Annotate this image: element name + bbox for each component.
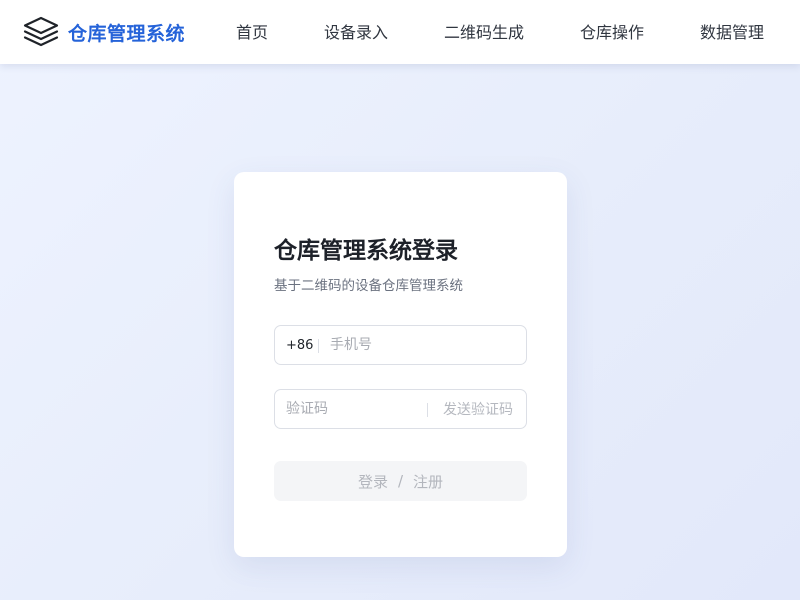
login-title: 仓库管理系统登录 [274,238,458,264]
login-subtitle: 基于二维码的设备仓库管理系统 [274,278,463,294]
login-card: 仓库管理系统登录 基于二维码的设备仓库管理系统 +86 发送验证码 登录 / 注… [234,172,567,557]
phone-field: +86 [274,325,527,365]
nav-item-warehouse-operation[interactable]: 仓库操作 [580,21,644,45]
nav-item-home[interactable]: 首页 [236,21,268,45]
top-navbar: 仓库管理系统 首页 设备录入 二维码生成 仓库操作 数据管理 [0,0,800,64]
login-register-button[interactable]: 登录 / 注册 [274,461,527,501]
brand[interactable]: 仓库管理系统 [23,16,185,48]
country-code-prefix: +86 [286,338,314,353]
layers-icon [23,16,59,48]
phone-input[interactable] [330,327,520,363]
nav-item-device-entry[interactable]: 设备录入 [324,21,388,45]
code-divider [427,403,428,417]
login-label: 登录 [357,472,388,491]
prefix-divider [318,339,319,353]
button-separator: / [397,472,404,490]
brand-name: 仓库管理系统 [68,22,186,45]
register-label: 注册 [413,472,444,491]
send-code-button[interactable]: 发送验证码 [443,401,513,419]
nav-item-data-management[interactable]: 数据管理 [700,21,764,45]
verification-code-input[interactable] [286,391,421,427]
nav-item-qrcode-generate[interactable]: 二维码生成 [444,21,524,45]
verification-code-field: 发送验证码 [274,389,527,429]
